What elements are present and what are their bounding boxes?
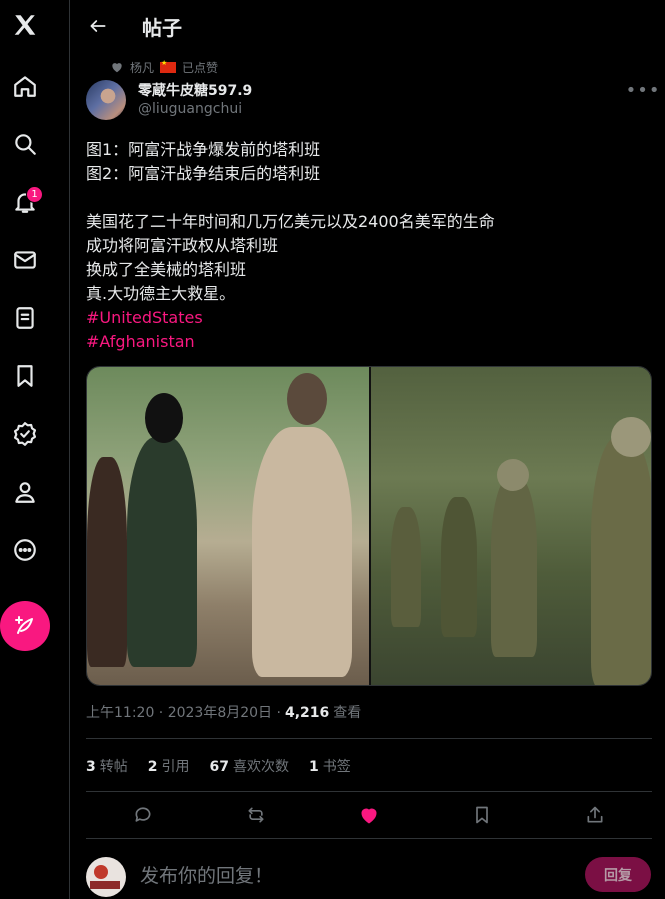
lists-icon[interactable] [0,293,50,343]
post-text-line [86,186,646,210]
post-actions [86,800,652,830]
media-image-1[interactable] [87,367,369,685]
hashtag-link[interactable]: #Afghanistan [86,330,646,354]
figure-shape [87,457,127,667]
figure-shape [491,477,537,657]
likes-stat[interactable]: 67 喜欢次数 [210,756,289,776]
view-label: 查看 [333,705,362,721]
repost-button[interactable] [239,800,273,830]
quotes-stat[interactable]: 2 引用 [148,756,190,776]
post-timestamp: 上午11:20 · 2023年8月20日 · 4,216 查看 [86,702,361,722]
reply-submit-button[interactable]: 回复 [585,857,651,892]
post-text-line: 换成了全美械的塔利班 [86,260,247,279]
liked-by-name[interactable]: 杨凡 [130,59,154,76]
liked-by-text: 已点赞 [182,60,219,75]
x-logo-icon[interactable] [0,0,50,50]
figure-shape [591,437,651,685]
page-header: 帖子 [70,0,665,52]
post-time[interactable]: 上午11:20 · 2023年8月20日 · [86,702,281,722]
figure-shape [287,373,327,425]
repost-icon [248,807,264,823]
page-title: 帖子 [142,16,182,40]
retweets-count: 3 [86,759,96,775]
figure-shape [441,497,477,637]
home-icon[interactable] [0,61,50,111]
figure-shape [611,417,651,457]
back-button[interactable] [84,12,112,40]
post-text-line: 真.大功德主大救星。 [86,284,236,303]
search-icon[interactable] [0,119,50,169]
figure-shape [391,507,421,627]
heart-filled-icon [361,808,377,824]
retweets-label: 转帖 [99,759,128,775]
author-handle[interactable]: @liuguangchui [138,101,242,117]
post-text-line: 美国花了二十年时间和几万亿美元以及2400名美军的生命 [86,212,495,231]
post-media [86,366,652,686]
notification-badge: 1 [26,186,43,203]
heart-icon [112,63,122,73]
share-icon [587,806,603,823]
divider [86,738,652,739]
arrow-left-icon [90,20,106,32]
figure-shape [127,437,197,667]
share-button[interactable] [578,800,612,830]
compose-post-button[interactable] [0,601,50,651]
current-user-avatar[interactable] [86,857,126,897]
verified-icon[interactable] [0,409,50,459]
quotes-count: 2 [147,759,158,775]
sidebar: 1 [0,0,70,899]
profile-icon[interactable] [0,467,50,517]
china-flag-icon [160,59,177,73]
quotes-label: 引用 [161,759,190,775]
post-text-line: 图2：阿富汗战争结束后的塔利班 [86,164,321,183]
reply-button[interactable] [126,800,160,830]
engagement-stats: 3 转帖 2 引用 67 喜欢次数 1 书签 [86,756,351,776]
hashtag-link[interactable]: #UnitedStates [86,306,646,330]
notifications-icon[interactable]: 1 [0,177,50,227]
like-button[interactable] [352,800,386,830]
media-image-2[interactable] [369,367,651,685]
author-display-name[interactable]: 零蔵牛皮糖597.9 [138,80,252,100]
reply-input[interactable] [140,862,560,890]
post-text-line: 图1：阿富汗战争爆发前的塔利班 [86,140,321,159]
compose-post-icon [15,616,33,634]
liked-by-context: 杨凡 已点赞 [110,58,218,76]
bookmarks-label: 书签 [322,759,351,775]
post-text: 图1：阿富汗战争爆发前的塔利班 图2：阿富汗战争结束后的塔利班 美国花了二十年时… [86,138,646,354]
bookmark-button[interactable] [465,800,499,830]
divider [86,838,652,839]
post-detail: 帖子 杨凡 已点赞 零蔵牛皮糖597.9 @liuguangchui ••• 图… [70,0,665,899]
divider [86,791,652,792]
messages-icon[interactable] [0,235,50,285]
author-avatar[interactable] [86,80,126,120]
figure-shape [252,427,352,677]
likes-count: 67 [209,759,229,775]
bookmarks-icon[interactable] [0,351,50,401]
bookmark-icon [476,806,488,824]
bookmarks-count: 1 [308,759,319,775]
bookmarks-stat[interactable]: 1 书签 [309,756,351,776]
retweets-stat[interactable]: 3 转帖 [86,756,128,776]
view-count: 4,216 [284,705,330,721]
figure-shape [497,459,529,491]
figure-shape [145,393,183,443]
more-options-button[interactable]: ••• [626,80,660,101]
ellipsis-icon: ••• [625,79,661,101]
more-icon[interactable] [0,525,50,575]
post-text-line: 成功将阿富汗政权从塔利班 [86,236,279,255]
likes-label: 喜欢次数 [232,759,289,775]
reply-icon [135,807,151,822]
